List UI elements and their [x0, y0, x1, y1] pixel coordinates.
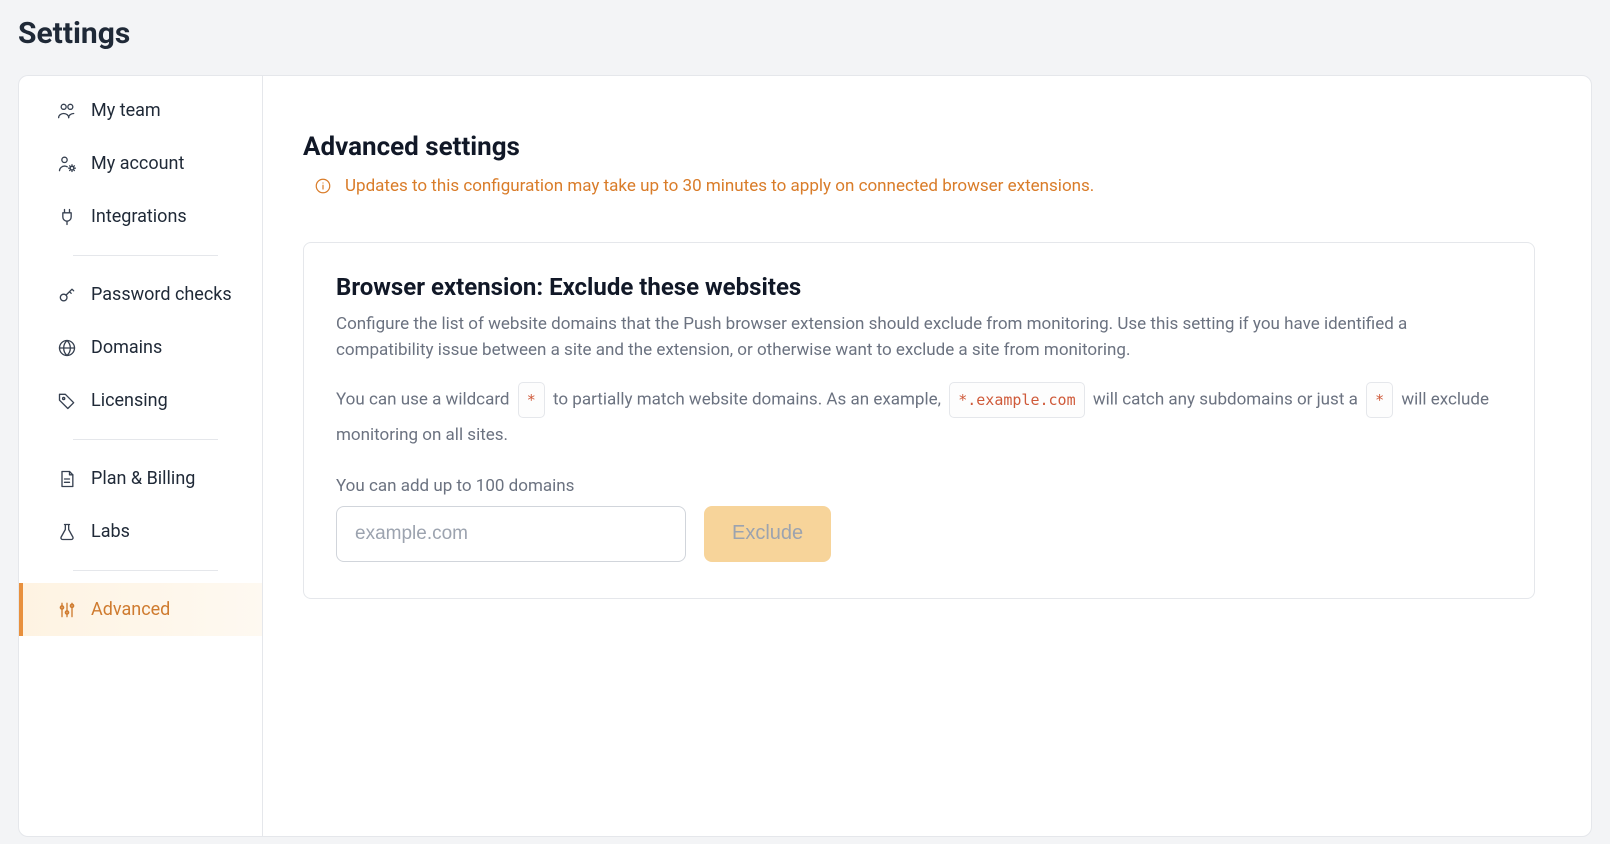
info-icon [313, 176, 333, 196]
warning-banner: Updates to this configuration may take u… [303, 176, 1535, 196]
sidebar-item-label: Domains [91, 337, 162, 358]
exclude-websites-card: Browser extension: Exclude these website… [303, 242, 1535, 599]
sidebar-separator [73, 439, 218, 440]
sidebar-item-advanced[interactable]: Advanced [19, 583, 262, 636]
domain-limit-label: You can add up to 100 domains [336, 476, 1502, 496]
sidebar-separator [73, 570, 218, 571]
page-title: Settings [0, 0, 1610, 75]
settings-sidebar: My team My account Integrations Pass [18, 75, 262, 837]
sidebar-item-label: Advanced [91, 599, 170, 620]
wildcard-help-text: You can use a wildcard * to partially ma… [336, 382, 1502, 452]
wildcard-chip: * [518, 382, 545, 418]
sidebar-item-label: Password checks [91, 284, 232, 305]
sidebar-item-label: My account [91, 153, 184, 174]
sidebar-item-label: Integrations [91, 206, 187, 227]
card-description: Configure the list of website domains th… [336, 311, 1502, 364]
sidebar-separator [73, 255, 218, 256]
sidebar-item-label: Labs [91, 521, 130, 542]
sidebar-item-labs[interactable]: Labs [19, 505, 262, 558]
sliders-icon [57, 600, 77, 620]
flask-icon [57, 522, 77, 542]
document-icon [57, 469, 77, 489]
sidebar-item-plan-billing[interactable]: Plan & Billing [19, 452, 262, 505]
user-gear-icon [57, 154, 77, 174]
sidebar-item-integrations[interactable]: Integrations [19, 190, 262, 243]
plug-icon [57, 207, 77, 227]
wildcard-example-chip: *.example.com [949, 382, 1084, 418]
content-title: Advanced settings [303, 132, 1535, 162]
wildcard-chip: * [1366, 382, 1393, 418]
sidebar-item-licensing[interactable]: Licensing [19, 374, 262, 427]
exclude-button[interactable]: Exclude [704, 506, 831, 562]
domain-input-row: Exclude [336, 506, 1502, 562]
sidebar-item-my-account[interactable]: My account [19, 137, 262, 190]
sidebar-item-domains[interactable]: Domains [19, 321, 262, 374]
warning-text: Updates to this configuration may take u… [345, 176, 1094, 196]
sidebar-item-password-checks[interactable]: Password checks [19, 268, 262, 321]
key-icon [57, 285, 77, 305]
sidebar-item-label: My team [91, 100, 161, 121]
sidebar-item-label: Plan & Billing [91, 468, 195, 489]
tag-icon [57, 391, 77, 411]
sidebar-item-my-team[interactable]: My team [19, 84, 262, 137]
domain-input[interactable] [336, 506, 686, 562]
sidebar-item-label: Licensing [91, 390, 168, 411]
users-icon [57, 101, 77, 121]
content-panel: Advanced settings Updates to this config… [262, 75, 1592, 837]
card-title: Browser extension: Exclude these website… [336, 273, 1502, 301]
globe-icon [57, 338, 77, 358]
